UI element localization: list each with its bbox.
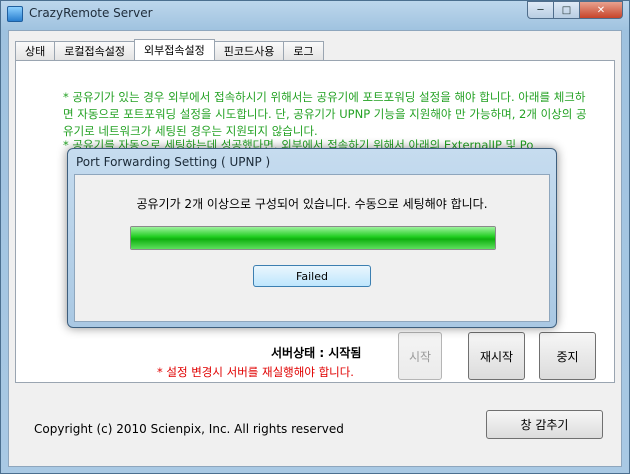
tab-external-access[interactable]: 외부접속설정 bbox=[133, 39, 215, 60]
progress-bar bbox=[130, 226, 496, 250]
dialog-title: Port Forwarding Setting ( UPNP ) bbox=[76, 155, 271, 169]
dialog-body: 공유기가 2개 이상으로 구성되어 있습니다. 수동으로 세팅해야 합니다. F… bbox=[74, 174, 550, 322]
modal-layer: Port Forwarding Setting ( UPNP ) 공유기가 2개… bbox=[0, 0, 630, 474]
progress-fill bbox=[131, 227, 495, 249]
failed-button[interactable]: Failed bbox=[253, 265, 371, 287]
dialog-message: 공유기가 2개 이상으로 구성되어 있습니다. 수동으로 세팅해야 합니다. bbox=[136, 197, 488, 211]
port-forwarding-dialog: Port Forwarding Setting ( UPNP ) 공유기가 2개… bbox=[67, 148, 557, 328]
